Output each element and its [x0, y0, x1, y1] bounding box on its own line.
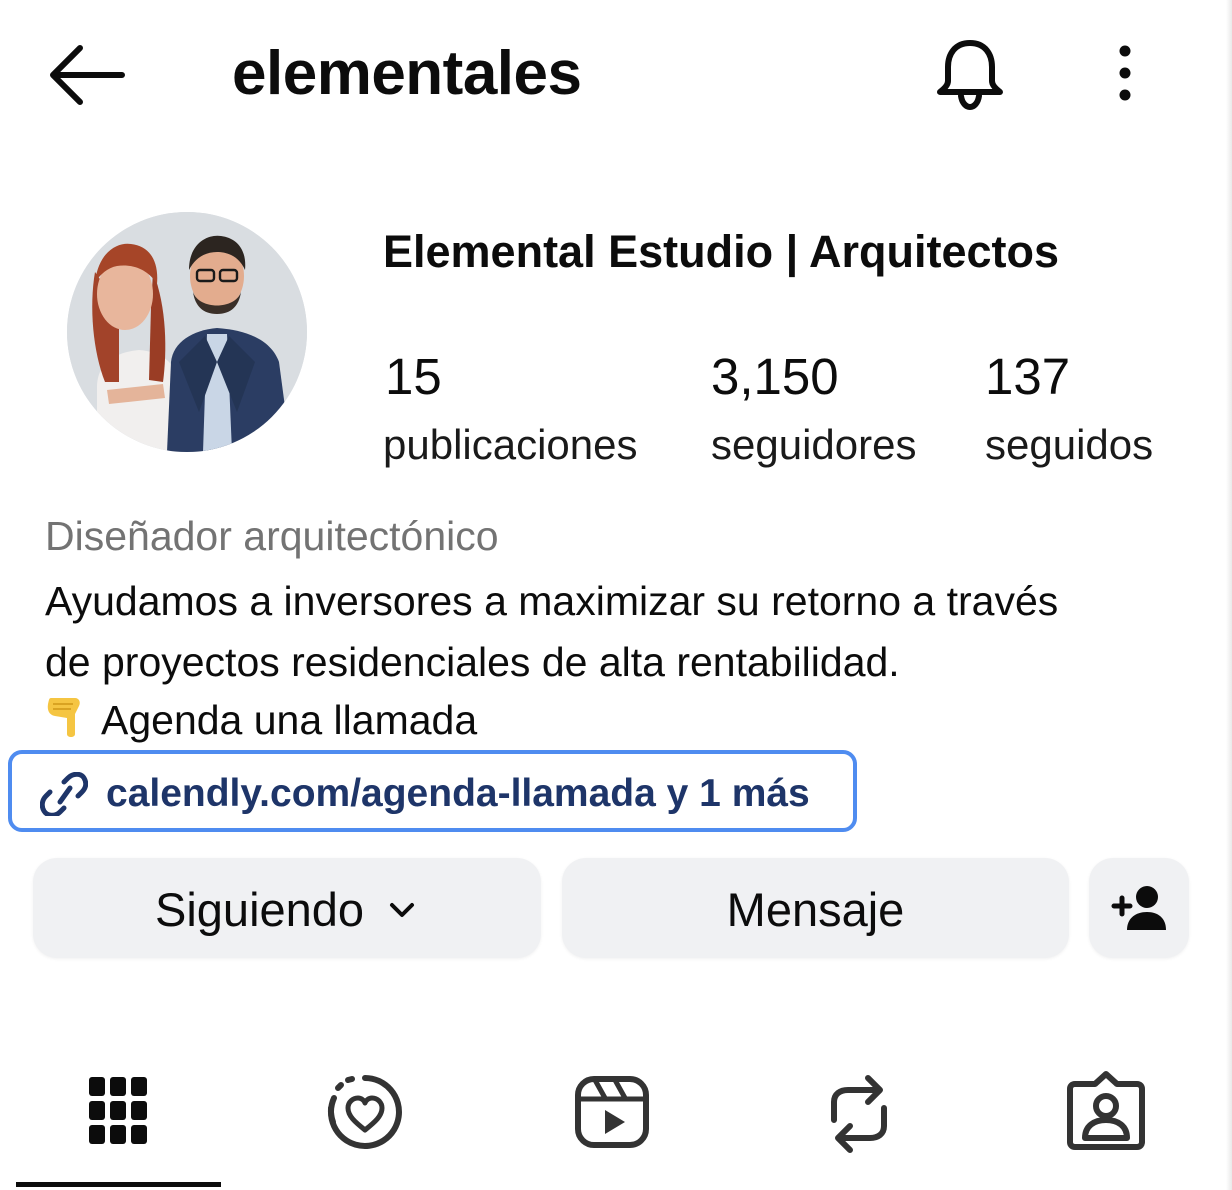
link-icon [40, 772, 88, 816]
profile-avatar[interactable] [67, 212, 307, 452]
message-button[interactable]: Mensaje [562, 858, 1069, 958]
bio-cta-text: Agenda una llamada [101, 697, 478, 743]
profile-photo [67, 212, 307, 452]
arrow-left-icon [50, 45, 125, 105]
following-button-label: Siguiendo [155, 883, 365, 936]
following-label[interactable]: seguidos [985, 420, 1153, 470]
tagged-icon [1067, 1071, 1145, 1150]
more-options-button[interactable] [1108, 40, 1142, 106]
followers-label[interactable]: seguidores [711, 420, 916, 470]
followers-count[interactable]: 3,150 [711, 348, 839, 406]
tab-reposts[interactable] [804, 1064, 914, 1164]
profile-link-text[interactable]: calendly.com/agenda-llamada y 1 más [106, 770, 810, 818]
following-count[interactable]: 137 [985, 348, 1070, 406]
bio-line-1: Ayudamos a inversores a maximizar su ret… [45, 578, 1059, 624]
message-button-label: Mensaje [726, 883, 905, 936]
more-vertical-icon [1119, 45, 1131, 101]
notifications-button[interactable] [934, 36, 1006, 111]
bio-cta-row: Agenda una llamada [45, 694, 477, 745]
back-button[interactable] [46, 42, 126, 108]
following-button[interactable]: Siguiendo [33, 858, 541, 958]
tab-highlights[interactable] [310, 1064, 420, 1164]
tab-tagged[interactable] [1051, 1064, 1161, 1164]
tab-posts-grid[interactable] [64, 1064, 174, 1164]
suggested-users-button[interactable] [1089, 858, 1189, 958]
reposts-icon [831, 1075, 887, 1153]
bio-line-2: de proyectos residenciales de alta renta… [45, 639, 900, 685]
profile-external-link[interactable]: calendly.com/agenda-llamada y 1 más [8, 750, 857, 832]
active-tab-indicator [16, 1182, 221, 1187]
profile-category: Diseñador arquitectónico [45, 513, 499, 559]
profile-display-name: Elemental Estudio | Arquitectos [383, 226, 1060, 277]
profile-username-title: elementales [232, 39, 582, 108]
chevron-down-icon [390, 903, 414, 917]
posts-label[interactable]: publicaciones [383, 420, 638, 470]
grid-icon [89, 1077, 147, 1144]
tab-reels[interactable] [557, 1064, 667, 1164]
reels-icon [575, 1076, 649, 1148]
posts-count[interactable]: 15 [385, 348, 442, 406]
pointing-down-hand-emoji [47, 698, 80, 737]
add-user-icon [1111, 886, 1166, 930]
highlights-heart-icon [327, 1075, 402, 1149]
screen-edge [1226, 0, 1232, 1190]
bell-icon [937, 40, 1003, 111]
